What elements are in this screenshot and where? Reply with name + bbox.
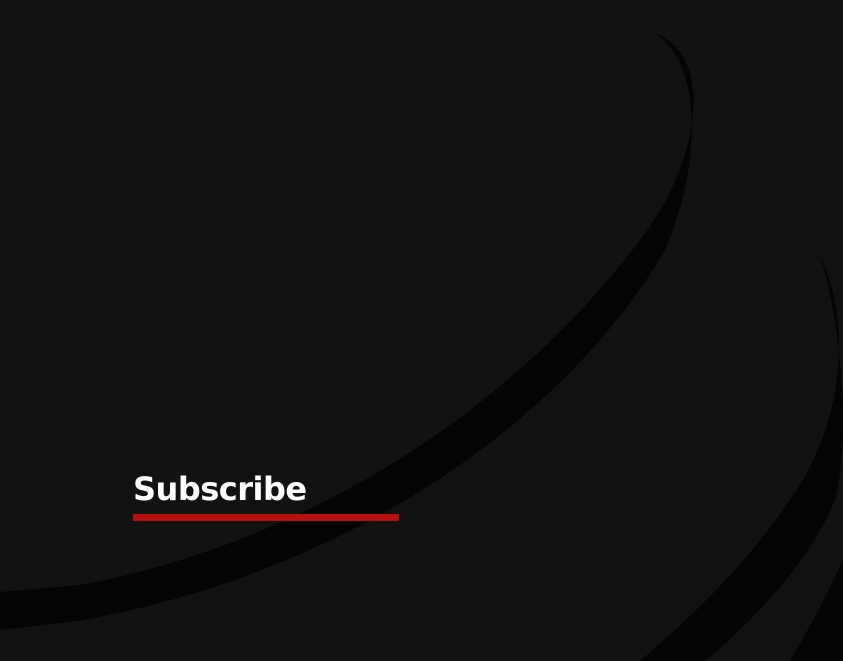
- subscribe-underline-bar: [133, 514, 399, 521]
- decorative-swoosh-graphic: [0, 33, 843, 661]
- swoosh-arc-edge: [790, 560, 843, 661]
- swoosh-arc-inner: [0, 33, 694, 630]
- subscribe-section: Subscribe: [133, 470, 400, 521]
- subscribe-banner: Subscribe: [0, 0, 843, 661]
- swoosh-arc-outer: [640, 255, 843, 661]
- subscribe-link[interactable]: Subscribe: [133, 470, 400, 508]
